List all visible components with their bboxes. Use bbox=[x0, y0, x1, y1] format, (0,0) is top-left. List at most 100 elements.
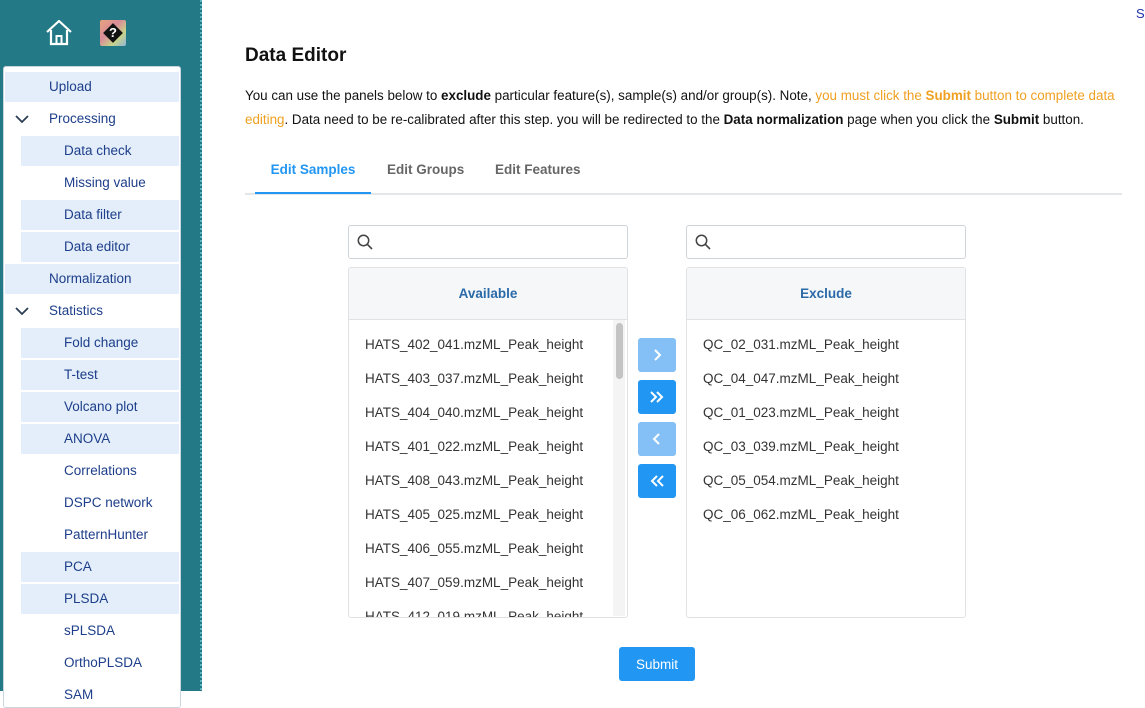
list-item[interactable]: QC_02_031.mzML_Peak_height bbox=[703, 337, 899, 352]
sidebar-item-fold-change[interactable]: Fold change bbox=[21, 328, 179, 358]
intro-text-part: . Data need to be re-calibrated after th… bbox=[284, 112, 724, 127]
search-icon bbox=[695, 234, 711, 250]
move-selected-left-button[interactable] bbox=[638, 422, 676, 456]
search-icon bbox=[357, 234, 373, 250]
sidebar-item-data-editor[interactable]: Data editor bbox=[21, 232, 179, 262]
sidebar-item-label: Upload bbox=[49, 79, 92, 94]
exclude-list: Exclude QC_02_031.mzML_Peak_height QC_04… bbox=[686, 267, 966, 618]
list-item[interactable]: HATS_404_040.mzML_Peak_height bbox=[365, 405, 583, 420]
sidebar-item-statistics[interactable]: Statistics bbox=[5, 296, 179, 326]
list-item[interactable]: HATS_405_025.mzML_Peak_height bbox=[365, 507, 583, 522]
help-button[interactable]: ? bbox=[100, 20, 126, 46]
exclude-search-box bbox=[686, 225, 966, 259]
sidebar-item-label: SAM bbox=[64, 687, 94, 702]
sidebar-item-pca[interactable]: PCA bbox=[21, 552, 179, 582]
submit-button[interactable]: Submit bbox=[619, 647, 695, 681]
sidebar-item-label: T-test bbox=[64, 367, 98, 382]
sidebar-item-dspc-network[interactable]: DSPC network bbox=[21, 488, 179, 518]
intro-bold-exclude: exclude bbox=[441, 88, 491, 103]
sidebar-item-data-filter[interactable]: Data filter bbox=[21, 200, 179, 230]
list-item[interactable]: HATS_402_041.mzML_Peak_height bbox=[365, 337, 583, 352]
list-item[interactable]: HATS_408_043.mzML_Peak_height bbox=[365, 473, 583, 488]
page-title: Data Editor bbox=[245, 45, 347, 66]
sidebar-item-label: Fold change bbox=[64, 335, 139, 350]
chevron-down-icon[interactable] bbox=[15, 112, 29, 126]
move-selected-right-button[interactable] bbox=[638, 338, 676, 372]
sidebar-item-label: Statistics bbox=[49, 303, 104, 318]
double-chevron-right-icon bbox=[650, 391, 664, 403]
sidebar-item-label: PCA bbox=[64, 559, 92, 574]
available-list-header: Available bbox=[349, 268, 627, 320]
intro-text: You can use the panels below to exclude … bbox=[245, 84, 1145, 132]
intro-text-part: page when you click the bbox=[843, 112, 994, 127]
sidebar-item-processing[interactable]: Processing bbox=[5, 104, 179, 134]
intro-text-part: particular feature(s), sample(s) and/or … bbox=[490, 88, 816, 103]
sidebar-nav: Upload Processing Data check Missing val… bbox=[3, 66, 181, 708]
double-chevron-left-icon bbox=[650, 475, 664, 487]
sidebar-item-label: Data check bbox=[64, 143, 132, 158]
move-all-right-button[interactable] bbox=[638, 380, 676, 414]
sidebar-item-label: PatternHunter bbox=[64, 527, 149, 542]
intro-warning-part: you must click the bbox=[815, 88, 926, 103]
tab-edit-groups[interactable]: Edit Groups bbox=[387, 150, 464, 193]
tab-edit-samples[interactable]: Edit Samples bbox=[255, 150, 371, 194]
list-item[interactable]: QC_04_047.mzML_Peak_height bbox=[703, 371, 899, 386]
sidebar-item-volcano-plot[interactable]: Volcano plot bbox=[21, 392, 179, 422]
top-right-link[interactable]: S bbox=[1136, 6, 1145, 21]
sidebar-item-data-check[interactable]: Data check bbox=[21, 136, 179, 166]
chevron-right-icon bbox=[654, 349, 662, 361]
sidebar-item-orthoplsda[interactable]: OrthoPLSDA bbox=[21, 648, 179, 678]
sidebar-item-label: Volcano plot bbox=[64, 399, 138, 414]
available-search-box bbox=[348, 225, 628, 259]
sidebar-item-normalization[interactable]: Normalization bbox=[5, 264, 179, 294]
available-scrollbar-thumb[interactable] bbox=[616, 323, 623, 379]
sidebar-item-label: Missing value bbox=[64, 175, 146, 190]
help-question-glyph: ? bbox=[109, 25, 117, 40]
chevron-left-icon bbox=[652, 433, 660, 445]
list-item[interactable]: QC_01_023.mzML_Peak_height bbox=[703, 405, 899, 420]
list-item[interactable]: HATS_401_022.mzML_Peak_height bbox=[365, 439, 583, 454]
sidebar-item-label: Processing bbox=[49, 111, 116, 126]
available-list: Available HATS_402_041.mzML_Peak_height … bbox=[348, 267, 628, 618]
sidebar-item-label: ANOVA bbox=[64, 431, 111, 446]
sidebar-item-label: Normalization bbox=[49, 271, 132, 286]
intro-bold-submit: Submit bbox=[993, 112, 1040, 127]
sidebar-item-missing-value[interactable]: Missing value bbox=[21, 168, 179, 198]
sidebar-item-sam[interactable]: SAM bbox=[21, 680, 179, 707]
intro-bold-data-normalization: Data normalization bbox=[723, 112, 844, 127]
intro-warning-submit: Submit bbox=[925, 88, 971, 103]
home-button[interactable] bbox=[44, 18, 74, 48]
move-all-left-button[interactable] bbox=[638, 464, 676, 498]
available-search-input[interactable] bbox=[383, 230, 623, 254]
tab-edit-features[interactable]: Edit Features bbox=[495, 150, 581, 193]
exclude-list-header: Exclude bbox=[687, 268, 965, 320]
list-item[interactable]: HATS_407_059.mzML_Peak_height bbox=[365, 575, 583, 590]
sidebar-resize-handle[interactable] bbox=[200, 0, 202, 691]
home-icon bbox=[46, 19, 72, 46]
list-item[interactable]: QC_06_062.mzML_Peak_height bbox=[703, 507, 899, 522]
sidebar-item-label: PLSDA bbox=[64, 591, 109, 606]
sidebar-item-label: OrthoPLSDA bbox=[64, 655, 143, 670]
exclude-search-input[interactable] bbox=[721, 230, 961, 254]
list-item[interactable]: HATS_403_037.mzML_Peak_height bbox=[365, 371, 583, 386]
sidebar-item-plsda[interactable]: PLSDA bbox=[21, 584, 179, 614]
sidebar-item-patternhunter[interactable]: PatternHunter bbox=[21, 520, 179, 550]
sidebar-item-label: Data editor bbox=[64, 239, 131, 254]
sidebar-item-label: DSPC network bbox=[64, 495, 153, 510]
editor-tabs: Edit Samples Edit Groups Edit Features bbox=[245, 150, 1122, 195]
list-item[interactable]: HATS_406_055.mzML_Peak_height bbox=[365, 541, 583, 556]
list-item[interactable]: QC_03_039.mzML_Peak_height bbox=[703, 439, 899, 454]
sidebar-item-upload[interactable]: Upload bbox=[5, 72, 179, 102]
sidebar-item-correlations[interactable]: Correlations bbox=[21, 456, 179, 486]
sidebar-item-label: Correlations bbox=[64, 463, 137, 478]
list-item[interactable]: HATS_412_019.mzML_Peak_height bbox=[365, 609, 583, 617]
chevron-down-icon[interactable] bbox=[15, 304, 29, 318]
intro-text-part: You can use the panels below to bbox=[245, 88, 442, 103]
sidebar-item-splsda[interactable]: sPLSDA bbox=[21, 616, 179, 646]
sidebar-item-label: Data filter bbox=[64, 207, 122, 222]
sidebar-item-anova[interactable]: ANOVA bbox=[21, 424, 179, 454]
sidebar-item-t-test[interactable]: T-test bbox=[21, 360, 179, 390]
sidebar-item-label: sPLSDA bbox=[64, 623, 116, 638]
list-item[interactable]: QC_05_054.mzML_Peak_height bbox=[703, 473, 899, 488]
intro-text-part: button. bbox=[1039, 112, 1084, 127]
